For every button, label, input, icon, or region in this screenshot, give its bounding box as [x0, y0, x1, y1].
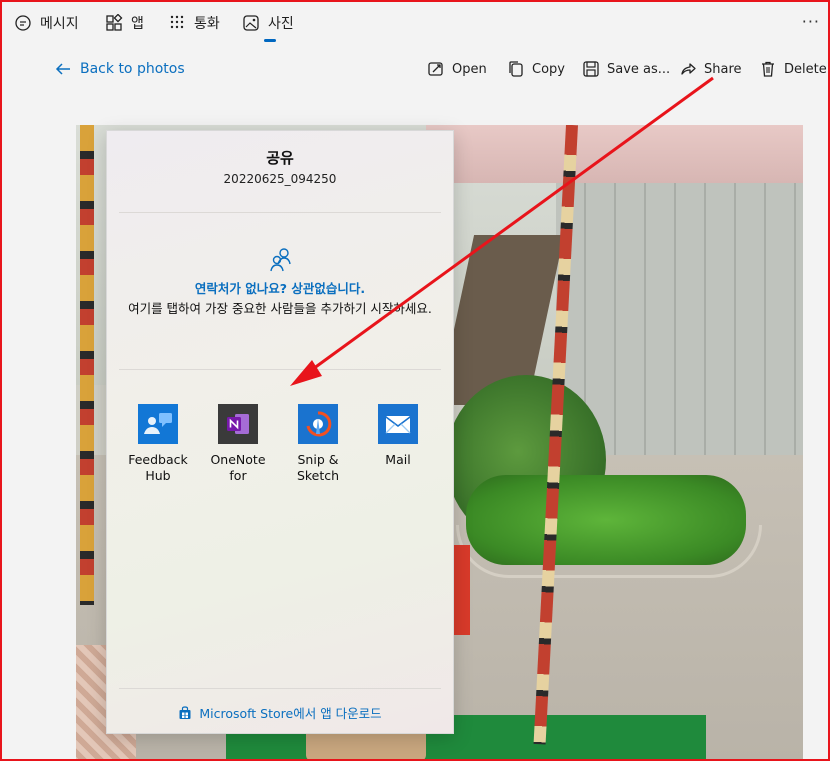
share-panel: 공유 20220625_094250 연락처가 없나요? 상관없습니다. 여기를… — [106, 130, 454, 734]
add-contacts-icon[interactable] — [269, 247, 293, 273]
divider — [119, 369, 441, 370]
divider — [119, 688, 441, 689]
share-title: 공유 — [266, 149, 294, 167]
open-label: Open — [452, 61, 487, 77]
share-app-onenote[interactable]: OneNote for Windows — [199, 404, 277, 484]
onenote-label: OneNote for Windows — [210, 452, 266, 483]
feedback-hub-label: Feedback Hub — [128, 452, 188, 483]
share-app-feedback-hub[interactable]: Feedback Hub — [119, 404, 197, 484]
onenote-icon — [218, 404, 258, 444]
copy-button[interactable]: Copy — [507, 60, 565, 78]
more-options-icon[interactable]: ··· — [802, 12, 820, 31]
open-button[interactable]: Open — [427, 60, 487, 78]
tab-apps-label: 앱 — [131, 16, 144, 32]
photo-canopy — [426, 125, 803, 183]
photo-toolbar: Back to photos Open Copy Save as... Shar… — [2, 44, 828, 94]
share-filename: 20220625_094250 — [223, 172, 337, 186]
delete-label: Delete — [784, 61, 827, 77]
tab-calls-label: 통화 — [194, 16, 220, 32]
photo-icon — [243, 15, 259, 31]
store-bag-icon — [179, 705, 191, 719]
photo-flag — [452, 545, 470, 635]
divider — [119, 212, 441, 213]
store-download-link[interactable]: Microsoft Store에서 앱 다운로드 — [107, 703, 453, 722]
copy-label: Copy — [532, 61, 565, 77]
photo-planter — [456, 525, 762, 578]
snip-sketch-label: Snip & Sketch — [296, 452, 340, 483]
active-tab-indicator — [264, 39, 276, 42]
store-download-label: Microsoft Store에서 앱 다운로드 — [199, 706, 382, 721]
feedback-hub-icon — [138, 404, 178, 444]
tab-messages-label: 메시지 — [40, 16, 79, 32]
tab-photos-label: 사진 — [268, 16, 294, 32]
dialpad-icon — [170, 15, 184, 29]
trash-icon — [762, 61, 774, 77]
tab-apps[interactable]: 앱 — [105, 2, 144, 44]
arrow-left-icon — [55, 63, 70, 75]
delete-button[interactable]: Delete — [759, 60, 827, 78]
tab-photos[interactable]: 사진 — [242, 2, 294, 44]
apps-icon — [106, 14, 123, 31]
photo-left-pole — [80, 125, 94, 605]
back-to-photos-link[interactable]: Back to photos — [54, 60, 185, 78]
contacts-empty-desc[interactable]: 여기를 탭하여 가장 중요한 사람들을 추가하기 시작하세요. — [127, 300, 433, 317]
snip-sketch-icon — [298, 404, 338, 444]
mail-icon — [378, 404, 418, 444]
app-tab-bar: 메시지 앱 통화 사진 ··· — [2, 2, 828, 45]
open-with-icon — [428, 62, 443, 76]
copy-icon — [509, 61, 523, 77]
tab-calls[interactable]: 통화 — [168, 2, 220, 44]
message-icon — [15, 15, 31, 31]
share-app-mail[interactable]: Mail — [359, 404, 437, 468]
mail-label: Mail — [385, 452, 411, 467]
share-app-snip-sketch[interactable]: Snip & Sketch — [279, 404, 357, 484]
contacts-empty-title[interactable]: 연락처가 없나요? 상관없습니다. — [107, 278, 453, 297]
share-icon — [681, 63, 696, 75]
save-icon — [583, 61, 599, 77]
share-button[interactable]: Share — [679, 60, 742, 78]
tab-messages[interactable]: 메시지 — [14, 2, 79, 44]
save-as-button[interactable]: Save as... — [582, 60, 670, 78]
share-label: Share — [704, 61, 742, 77]
save-as-label: Save as... — [607, 61, 671, 77]
back-label: Back to photos — [80, 61, 185, 77]
